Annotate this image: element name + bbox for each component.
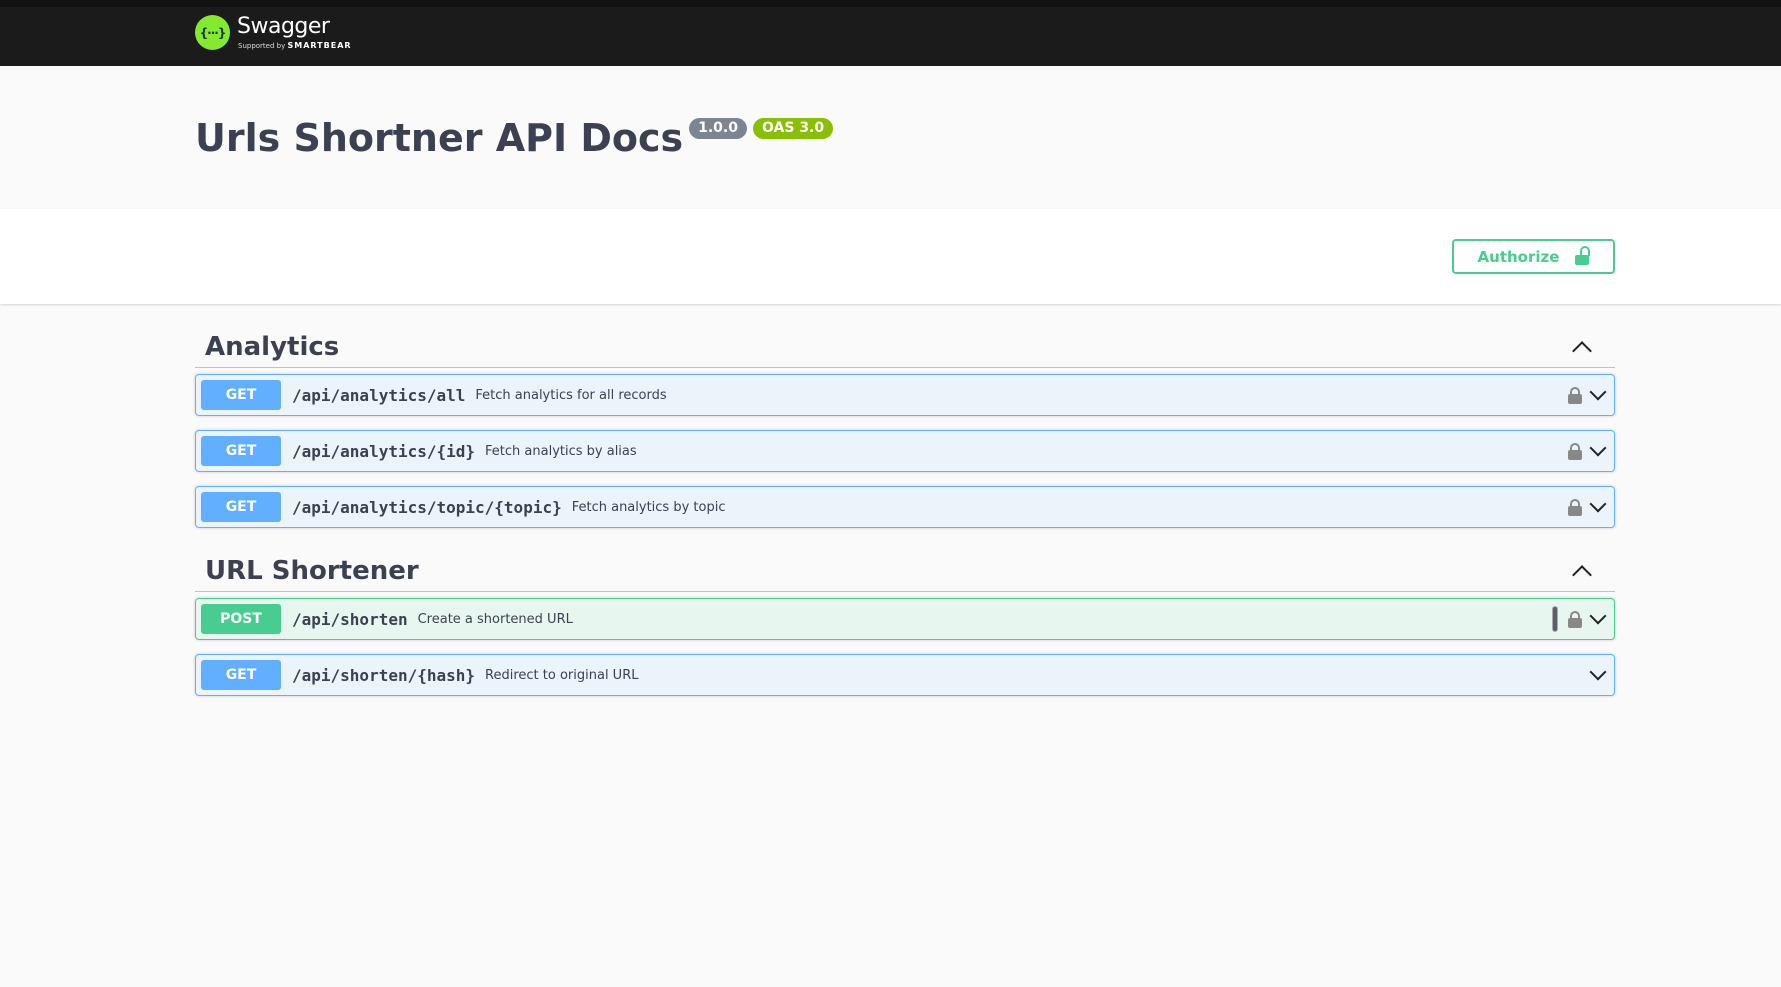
page-title: Urls Shortner API Docs: [195, 116, 684, 160]
section-title: Analytics: [205, 331, 340, 362]
operation-get-analytics-topic[interactable]: GET /api/analytics/topic/{topic} Fetch a…: [195, 486, 1615, 528]
operation-get-shorten-hash[interactable]: GET /api/shorten/{hash} Redirect to orig…: [195, 654, 1615, 696]
copy-path-handle[interactable]: [1552, 606, 1558, 632]
chevron-up-icon[interactable]: [1572, 340, 1592, 361]
operation-path: /api/analytics/{id}: [292, 441, 476, 461]
chevron-down-icon[interactable]: [1589, 383, 1607, 401]
logo-name: Swagger: [237, 13, 330, 39]
lock-icon[interactable]: [1568, 442, 1582, 460]
section-title: URL Shortener: [205, 555, 419, 586]
operation-path: /api/shorten: [292, 609, 408, 629]
topbar: {···} Swagger Supported by SMARTBEAR: [0, 0, 1781, 66]
chevron-down-icon[interactable]: [1589, 495, 1607, 513]
operation-path: /api/analytics/topic/{topic}: [292, 497, 562, 517]
section-analytics: Analytics GET /api/analytics/all Fetch a…: [195, 326, 1615, 528]
method-badge: GET: [201, 436, 281, 466]
scheme-container: Authorize: [0, 209, 1781, 304]
section-url-shortener: URL Shortener POST /api/shorten Create a…: [195, 550, 1615, 696]
operation-path: /api/analytics/all: [292, 385, 466, 405]
method-badge: GET: [201, 492, 281, 522]
chevron-down-icon[interactable]: [1589, 607, 1607, 625]
swagger-logo[interactable]: {···} Swagger Supported by SMARTBEAR: [195, 15, 352, 50]
authorize-label: Authorize: [1477, 247, 1560, 266]
api-info: Urls Shortner API Docs 1.0.0 OAS 3.0: [195, 114, 834, 162]
operation-summary: Fetch analytics by alias: [485, 443, 637, 459]
chevron-down-icon[interactable]: [1589, 663, 1607, 681]
operation-summary: Fetch analytics for all records: [475, 387, 667, 403]
method-badge: POST: [201, 604, 281, 634]
oas-badge: OAS 3.0: [753, 118, 834, 139]
logo-subtitle: Supported by SMARTBEAR: [238, 40, 352, 50]
operation-summary: Fetch analytics by topic: [571, 499, 726, 515]
operation-get-analytics-all[interactable]: GET /api/analytics/all Fetch analytics f…: [195, 374, 1615, 416]
swagger-logo-icon: {···}: [195, 15, 230, 50]
chevron-up-icon[interactable]: [1572, 564, 1592, 585]
operation-summary: Redirect to original URL: [485, 667, 639, 683]
lock-icon[interactable]: [1568, 610, 1582, 628]
operation-path: /api/shorten/{hash}: [292, 665, 476, 685]
method-badge: GET: [201, 660, 281, 690]
section-header-url-shortener[interactable]: URL Shortener: [195, 550, 1615, 592]
authorize-button[interactable]: Authorize: [1452, 239, 1615, 274]
chevron-down-icon[interactable]: [1589, 439, 1607, 457]
section-header-analytics[interactable]: Analytics: [195, 326, 1615, 368]
operation-get-analytics-id[interactable]: GET /api/analytics/{id} Fetch analytics …: [195, 430, 1615, 472]
unlock-icon: [1575, 246, 1591, 265]
operation-post-shorten[interactable]: POST /api/shorten Create a shortened URL: [195, 598, 1615, 640]
lock-icon[interactable]: [1568, 386, 1582, 404]
lock-icon[interactable]: [1568, 498, 1582, 516]
method-badge: GET: [201, 380, 281, 410]
version-badge: 1.0.0: [689, 118, 747, 139]
operation-summary: Create a shortened URL: [417, 611, 573, 627]
